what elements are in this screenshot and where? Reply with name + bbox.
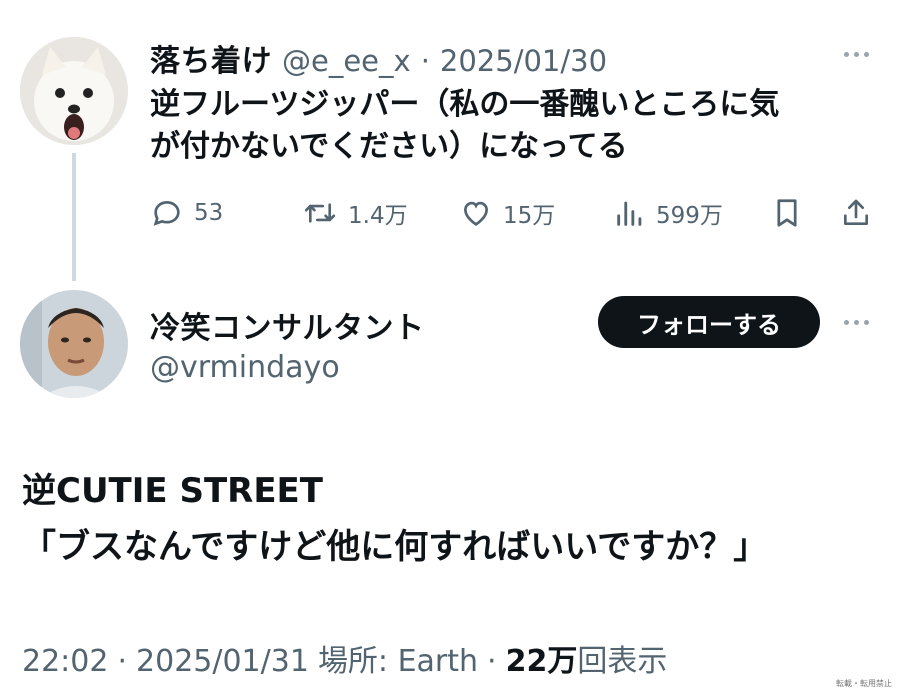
reply-handle[interactable]: @vrmindayo [150, 350, 340, 385]
like-count: 15万 [503, 203, 556, 229]
bookmark-icon[interactable] [772, 196, 802, 234]
like-button[interactable]: 15万 [459, 196, 555, 230]
meta-separator: · [117, 644, 128, 679]
reply-text: 逆CUTIE STREET 「ブスなんですけど他に何すればいいですか？」 [22, 463, 767, 575]
reply-date[interactable]: 2025/01/31 [136, 644, 309, 679]
reply-views-label: 回表示 [577, 644, 668, 679]
reply-avatar[interactable] [20, 290, 128, 398]
reply-text-line2: 「ブスなんですけど他に何すればいいですか？」 [22, 527, 768, 567]
parent-date[interactable]: 2025/01/30 [440, 44, 607, 78]
watermark: 転載・転用禁止 [836, 679, 892, 688]
reply-button[interactable]: 53 [150, 196, 223, 230]
reply-display-name[interactable]: 冷笑コンサルタント [150, 303, 425, 347]
reply-meta: 22:02 · 2025/01/31 場所: Earth · 22万 回表示 [22, 636, 667, 680]
like-icon [459, 196, 493, 230]
repost-button[interactable]: 1.4万 [302, 196, 408, 230]
reply-location: 場所: Earth [317, 644, 479, 679]
parent-text-line2: が付かないでください）になってる [150, 129, 628, 164]
reply-more-icon[interactable] [844, 320, 869, 325]
views-button[interactable]: 599万 [614, 196, 723, 230]
share-icon[interactable] [840, 196, 872, 234]
repost-icon [302, 196, 338, 230]
reply-count: 53 [194, 200, 224, 226]
parent-avatar[interactable] [20, 37, 128, 145]
meta-separator: · [487, 644, 497, 679]
thread-line [72, 153, 76, 281]
parent-text-line1: 逆フルーツジッパー（私の一番醜いところに気 [150, 87, 780, 122]
parent-display-name[interactable]: 落ち着け [150, 36, 272, 80]
reply-time[interactable]: 22:02 [22, 644, 108, 679]
parent-separator: · [420, 44, 430, 78]
parent-handle[interactable]: @e_ee_x [282, 44, 411, 78]
parent-more-icon[interactable] [844, 52, 869, 57]
parent-text: 逆フルーツジッパー（私の一番醜いところに気 が付かないでください）になってる [150, 84, 779, 168]
parent-header: 落ち着け @e_ee_x · 2025/01/30 [150, 36, 607, 80]
views-icon [614, 196, 646, 230]
follow-button[interactable]: フォローする [598, 296, 820, 348]
repost-count: 1.4万 [348, 203, 408, 229]
views-count: 599万 [656, 203, 723, 229]
reply-views-count: 22万 [505, 644, 578, 679]
reply-icon [150, 196, 184, 230]
reply-text-line1: 逆CUTIE STREET [22, 471, 323, 511]
